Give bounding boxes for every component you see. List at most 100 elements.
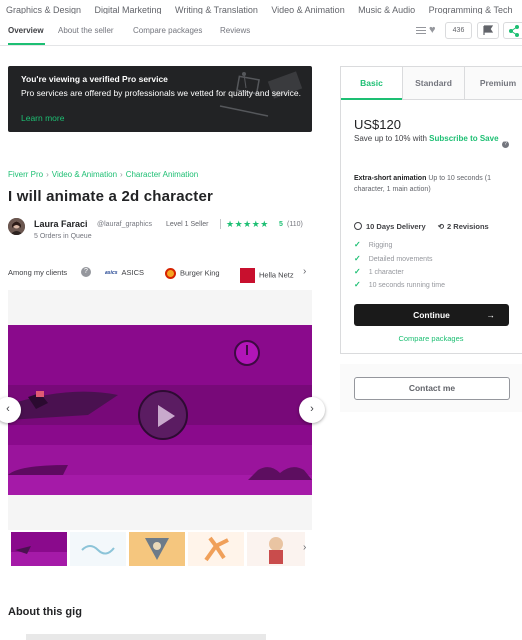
tab-compare-packages[interactable]: Compare packages (133, 26, 202, 35)
description-preview (26, 634, 266, 640)
feature-item: ✓ 1 character (354, 267, 404, 276)
category-link[interactable]: Programming & Tech (429, 4, 513, 14)
tab-reviews[interactable]: Reviews (220, 26, 250, 35)
compare-packages-link[interactable]: Compare packages (341, 334, 521, 343)
heart-icon[interactable]: ♥ (429, 24, 436, 36)
question-icon[interactable]: ? (81, 267, 91, 277)
breadcrumb-item[interactable]: Video & Animation (52, 170, 117, 179)
category-menu: Graphics & Design Digital Marketing Writ… (0, 0, 522, 14)
chevron-right-icon[interactable]: › (303, 266, 306, 277)
client-name: Hella Netz (259, 270, 294, 280)
thumbnail-image (11, 546, 67, 566)
thumbnail-image (204, 536, 229, 562)
check-icon: ✓ (354, 240, 361, 249)
save-count: 436 (445, 22, 472, 39)
continue-label: Continue (413, 310, 450, 320)
category-link[interactable]: Music & Audio (358, 4, 415, 14)
burger-king-logo (165, 268, 176, 279)
client-item[interactable]: Hella Netz (240, 268, 298, 283)
chevron-right-icon: › (310, 403, 314, 415)
next-slide-button[interactable]: › (299, 397, 325, 423)
learn-more-link[interactable]: Learn more (21, 113, 64, 123)
rating-stars: ★★★★★ (226, 219, 269, 229)
tab-standard[interactable]: Standard (402, 67, 464, 100)
feature-label: Rigging (368, 242, 393, 249)
tab-overview[interactable]: Overview (8, 26, 44, 35)
client-name: Burger King (180, 268, 220, 278)
category-link[interactable]: Digital Marketing (95, 4, 162, 14)
feature-item: ✓ Detailed movements (354, 254, 433, 263)
check-icon: ✓ (354, 280, 361, 289)
gig-title: I will animate a 2d character (8, 188, 214, 205)
feature-item: ✓ Rigging (354, 240, 392, 249)
breadcrumb-item[interactable]: Fiverr Pro (8, 170, 43, 179)
feature-label: Detailed movements (368, 256, 433, 263)
gig-subnav: Overview About the seller Compare packag… (0, 16, 522, 46)
chevron-left-icon: ‹ (6, 403, 10, 415)
review-count[interactable]: (110) (287, 221, 303, 228)
seller-name[interactable]: Laura Faraci (34, 219, 88, 229)
hella-netz-logo (240, 268, 255, 283)
tab-basic[interactable]: Basic (341, 67, 402, 100)
thumbnail[interactable] (247, 532, 305, 566)
thumbnail[interactable] (188, 532, 244, 566)
play-icon (158, 405, 175, 427)
contact-me-button[interactable]: Contact me (354, 377, 510, 400)
info-icon[interactable]: ? (502, 141, 509, 148)
package-price: US$120 (354, 117, 401, 132)
chevron-right-icon: › (120, 170, 123, 179)
chevron-right-icon: › (46, 170, 49, 179)
continue-button[interactable]: Continue → (354, 304, 509, 326)
seller-handle: @lauraf_graphics (97, 221, 152, 228)
thumbnail-image (145, 538, 169, 560)
chevron-right-icon[interactable]: › (303, 542, 306, 553)
client-item[interactable]: Burger King (165, 268, 220, 279)
client-item[interactable]: asics ASICS (105, 268, 144, 277)
subscribe-link[interactable]: Subscribe to Save (429, 134, 498, 143)
thumbnail[interactable] (129, 532, 185, 566)
seller-avatar[interactable] (8, 218, 25, 235)
thumbnail-image (269, 537, 283, 564)
thumbnail[interactable] (70, 532, 126, 566)
asics-logo: asics (105, 270, 118, 277)
delivery-time: 10 Days Delivery (366, 222, 426, 231)
refresh-icon: ⟲ (437, 222, 445, 231)
pricing-card: Basic Standard Premium US$120 Save up to… (340, 66, 522, 354)
flag-button[interactable] (477, 22, 499, 39)
banner-title: You're viewing a verified Pro service (21, 74, 168, 84)
category-link[interactable]: Video & Animation (271, 4, 344, 14)
package-title: Extra-short animation (354, 175, 427, 182)
save-label: Save up to 10% with (354, 134, 427, 143)
menu-icon[interactable] (416, 27, 426, 35)
check-icon: ✓ (354, 267, 361, 276)
category-link[interactable]: Graphics & Design (6, 4, 81, 14)
feature-item: ✓ 10 seconds running time (354, 280, 445, 289)
seller-level: Level 1 Seller (166, 221, 209, 228)
avatar-image (8, 218, 25, 235)
category-link[interactable]: Writing & Translation (175, 4, 258, 14)
thumbnail-strip: › (8, 532, 312, 568)
play-button[interactable] (138, 390, 188, 440)
active-tab-indicator (8, 43, 45, 45)
thumbnail[interactable] (11, 532, 67, 566)
feature-label: 10 seconds running time (368, 282, 445, 289)
check-icon: ✓ (354, 254, 361, 263)
share-button[interactable] (503, 22, 522, 39)
thumbnail-image (81, 545, 115, 555)
clock-icon (354, 222, 362, 230)
clients-label: Among my clients (8, 268, 68, 277)
tab-about-seller[interactable]: About the seller (58, 26, 114, 35)
banner-text: Pro services are offered by professional… (21, 88, 302, 98)
tab-premium[interactable]: Premium (464, 67, 522, 100)
subscribe-save-text: Save up to 10% with Subscribe to Save (354, 132, 514, 145)
breadcrumb: Fiverr Pro › Video & Animation › Character A… (8, 170, 198, 179)
client-name: ASICS (121, 268, 145, 277)
about-gig-heading: About this gig (8, 606, 82, 618)
breadcrumb-item[interactable]: Character Animation (126, 170, 198, 179)
divider (220, 219, 221, 229)
package-description: Extra-short animation Up to 10 seconds (… (354, 173, 522, 195)
arrow-right-icon: → (486, 310, 496, 320)
share-icon (509, 25, 519, 37)
orders-in-queue: 5 Orders in Queue (34, 233, 92, 240)
flag-icon (483, 25, 494, 35)
